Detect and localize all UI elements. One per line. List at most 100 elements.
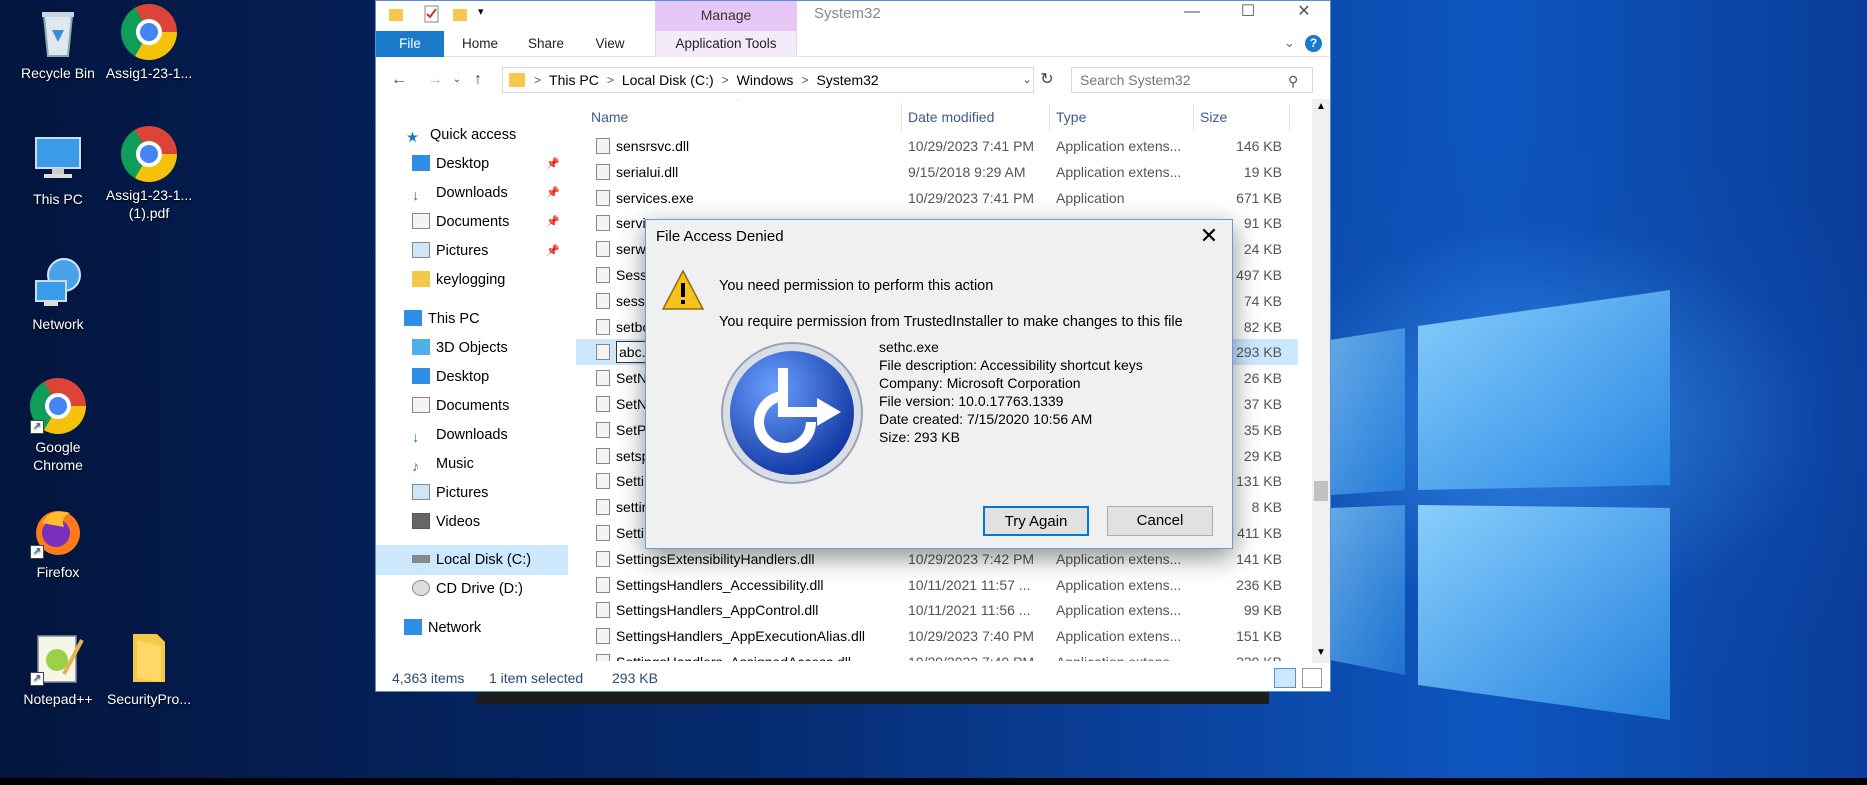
address-dropdown-icon[interactable]: ⌄ (1016, 69, 1038, 91)
nav-music[interactable]: ♪ Music (412, 452, 474, 476)
nav-videos[interactable]: Videos (412, 510, 480, 534)
nav-cd-drive[interactable]: CD Drive (D:) (412, 577, 523, 601)
table-row[interactable]: SettingsExtensibilityHandlers.dll 10/29/2… (576, 546, 1298, 572)
vertical-scrollbar[interactable]: ▲ ▼ (1312, 99, 1330, 663)
folder-icon (412, 271, 430, 287)
nav-3d-objects[interactable]: 3D Objects (412, 336, 508, 360)
tab-file[interactable]: File (376, 31, 444, 57)
dialog-close-button[interactable]: ✕ (1194, 222, 1224, 252)
breadcrumb-system32[interactable]: System32 (811, 72, 883, 88)
up-arrow-icon[interactable]: ↑ (467, 69, 489, 91)
column-divider[interactable] (1049, 103, 1050, 131)
breadcrumb-this-pc[interactable]: This PC (544, 72, 604, 88)
nav-qa-keylogging[interactable]: keylogging (412, 268, 505, 292)
file-info-size: Size: 293 KB (879, 429, 960, 445)
file-icon (596, 241, 610, 258)
nav-pictures[interactable]: Pictures (412, 481, 488, 505)
desktop-icon-network[interactable]: Network (10, 255, 106, 333)
table-row[interactable]: services.exe 10/29/2023 7:41 PM Applicatio… (576, 185, 1298, 211)
table-row[interactable]: SettingsHandlers_AppExecutionAlias.dll 10… (576, 623, 1298, 649)
tab-view[interactable]: View (582, 31, 638, 57)
table-row[interactable]: SettingsHandlers_Accessibility.dll 10/11/… (576, 572, 1298, 598)
nav-qa-downloads[interactable]: ↓ Downloads (412, 181, 508, 205)
table-row[interactable]: serialui.dll 9/15/2018 9:29 AM Application… (576, 159, 1298, 185)
download-icon: ↓ (412, 188, 420, 204)
file-name-cell: SettingsHandlers_AssignedAccess.dll (616, 649, 851, 661)
nav-qa-documents[interactable]: Documents (412, 210, 509, 234)
scroll-up-icon[interactable]: ▲ (1316, 101, 1326, 112)
scroll-thumb[interactable] (1314, 481, 1328, 501)
column-divider[interactable] (1289, 103, 1290, 131)
details-view-icon[interactable] (1274, 668, 1296, 688)
nav-quick-access[interactable]: ★ Quick access (406, 123, 516, 147)
pin-icon[interactable]: 📌 (546, 157, 560, 170)
column-header-type[interactable]: Type (1056, 109, 1086, 125)
column-header-size[interactable]: Size (1200, 109, 1227, 125)
close-window-button[interactable]: ✕ (1276, 1, 1332, 25)
expand-ribbon-icon[interactable]: ⌄ (1284, 35, 1295, 51)
desktop-icon-recycle-bin[interactable]: Recycle Bin (10, 4, 106, 82)
nav-this-pc[interactable]: This PC (404, 307, 480, 331)
breadcrumb-windows[interactable]: Windows (732, 72, 799, 88)
desktop-icon-this-pc[interactable]: This PC (10, 130, 106, 208)
column-divider[interactable] (1193, 103, 1194, 131)
manage-tab[interactable]: Manage (655, 1, 797, 31)
properties-icon[interactable] (424, 5, 440, 23)
nav-desktop[interactable]: Desktop (412, 365, 489, 389)
size-cell: 19 KB (1243, 163, 1282, 180)
customize-qat-icon[interactable]: ▾ (478, 5, 494, 23)
desktop-icon-label: This PC (33, 191, 83, 207)
try-again-button[interactable]: Try Again (983, 506, 1089, 536)
column-header-name[interactable]: Name (591, 109, 628, 125)
tab-share[interactable]: Share (516, 31, 576, 57)
status-bar: 4,363 items 1 item selected 293 KB (376, 665, 1330, 691)
nav-qa-desktop[interactable]: Desktop (412, 152, 489, 176)
nav-downloads[interactable]: ↓ Downloads (412, 423, 508, 447)
table-row[interactable]: SettingsHandlers_AppControl.dll 10/11/202… (576, 597, 1298, 623)
desktop-icon-notepadpp[interactable]: ↗ Notepad++ (10, 630, 106, 708)
tab-application-tools[interactable]: Application Tools (655, 31, 797, 57)
address-bar[interactable]: > This PC > Local Disk (C:) > Windows > … (502, 67, 1034, 93)
scroll-down-icon[interactable]: ▼ (1316, 647, 1326, 658)
table-row[interactable]: sensrsvc.dll 10/29/2023 7:41 PM Applicatio… (576, 133, 1298, 159)
desktop-icon-assig1-pdf[interactable]: Assig1-23-1... (1).pdf (101, 126, 197, 222)
help-icon[interactable]: ? (1305, 35, 1322, 52)
date-cell: 10/11/2021 11:56 ... (908, 602, 1031, 619)
pin-icon[interactable]: 📌 (546, 186, 560, 199)
recent-locations-icon[interactable]: ⌄ (446, 69, 468, 91)
refresh-icon[interactable]: ↻ (1036, 69, 1058, 91)
desktop-icon-google-chrome[interactable]: ↗ Google Chrome (10, 378, 106, 474)
file-name-cell: SetN (616, 396, 648, 412)
file-name-cell: settir (616, 499, 647, 516)
back-arrow-icon[interactable]: ← (388, 69, 410, 91)
pin-icon[interactable]: 📌 (546, 244, 560, 257)
file-name-cell: SetN (616, 370, 648, 387)
nav-network[interactable]: Network (404, 616, 481, 640)
nav-documents[interactable]: Documents (412, 394, 509, 418)
desktop-icon-securitypro[interactable]: SecurityPro... (101, 630, 197, 708)
nav-qa-pictures[interactable]: Pictures (412, 239, 488, 263)
breadcrumb-local-disk[interactable]: Local Disk (C:) (617, 72, 719, 88)
search-input[interactable]: Search System32 (1071, 67, 1313, 93)
date-cell: 9/15/2018 9:29 AM (908, 163, 1026, 180)
file-icon (596, 370, 610, 387)
desktop-icon-firefox[interactable]: ↗ Firefox (10, 503, 106, 581)
desktop-icon-assig1[interactable]: Assig1-23-1... (101, 4, 197, 82)
notepadpp-icon: ↗ (30, 630, 86, 686)
pin-icon[interactable]: 📌 (546, 215, 560, 228)
large-icons-view-icon[interactable] (1302, 668, 1322, 688)
maximize-button[interactable]: ☐ (1220, 1, 1276, 25)
navigation-pane: ★ Quick access Desktop 📌 ↓ Downloads 📌 Doc… (376, 109, 568, 659)
minimize-button[interactable]: — (1164, 1, 1220, 25)
file-info-date-created: Date created: 7/15/2020 10:56 AM (879, 411, 1093, 427)
nav-local-disk[interactable]: Local Disk (C:) (412, 548, 531, 572)
desktop-icon (412, 155, 430, 171)
new-folder-icon[interactable] (452, 5, 468, 23)
column-header-date[interactable]: Date modified (908, 109, 994, 125)
column-divider[interactable] (901, 103, 902, 131)
tab-home[interactable]: Home (450, 31, 510, 57)
forward-arrow-icon[interactable]: → (424, 69, 446, 91)
table-row[interactable]: SettingsHandlers_AssignedAccess.dll 10/29… (576, 649, 1298, 661)
date-cell: 10/29/2023 7:41 PM (908, 189, 1035, 206)
cancel-button[interactable]: Cancel (1107, 506, 1213, 536)
